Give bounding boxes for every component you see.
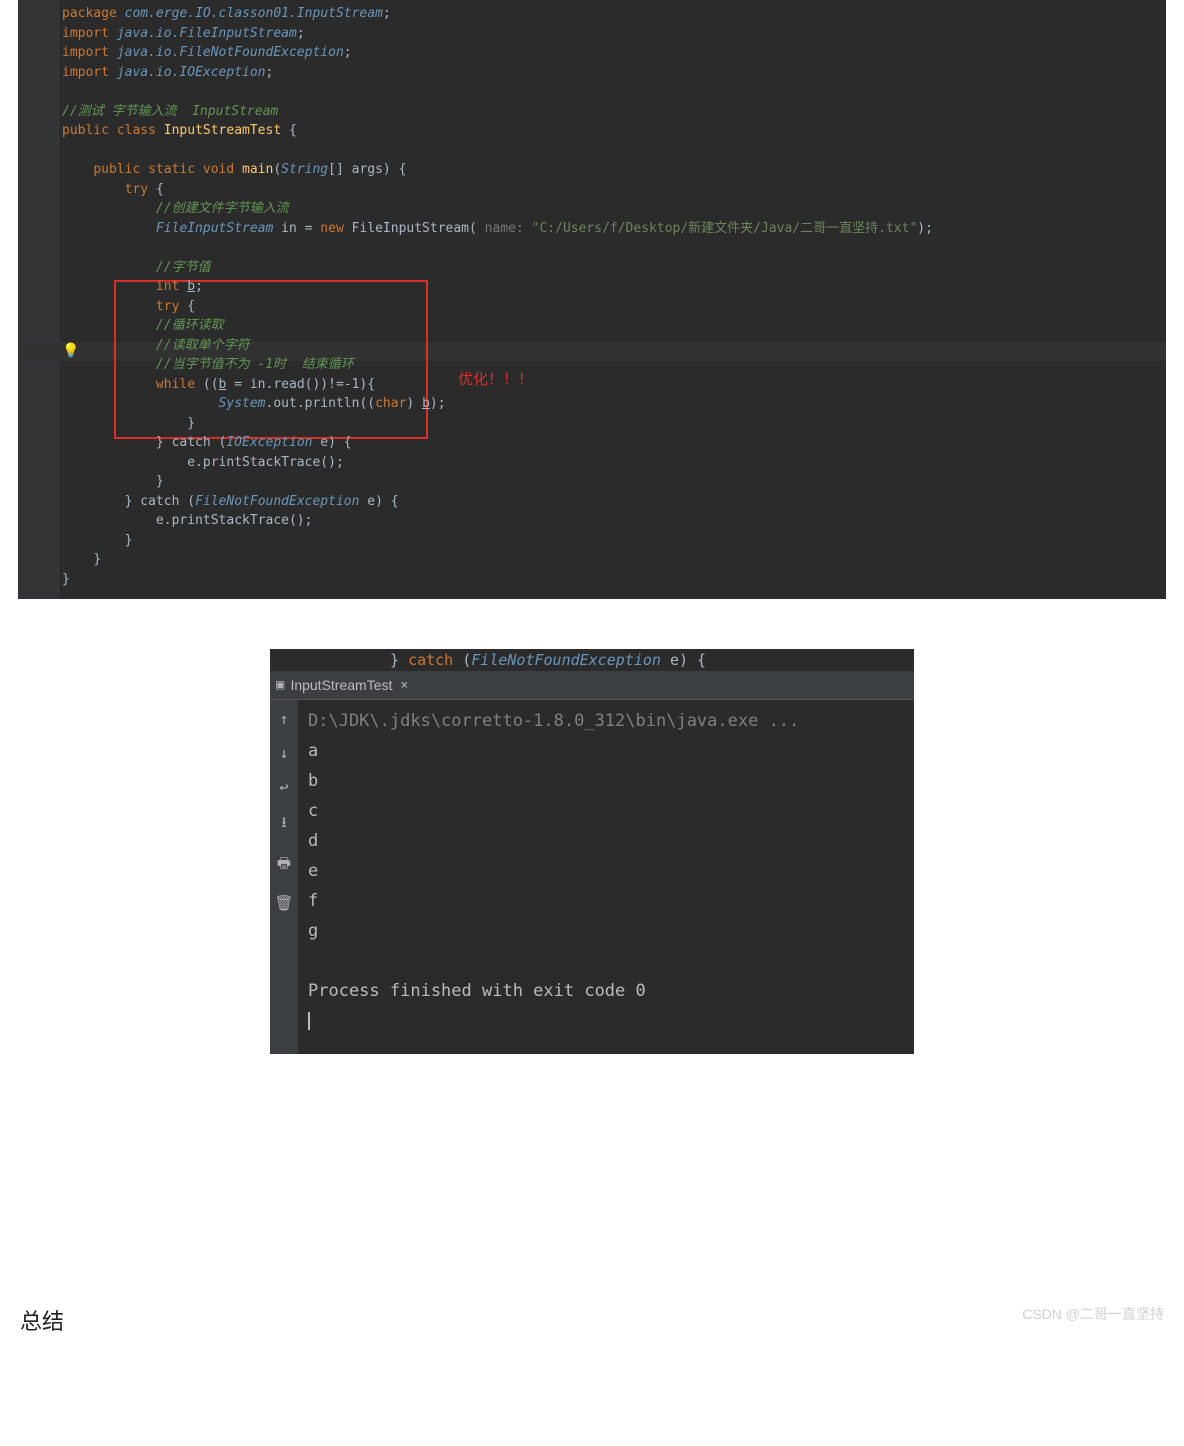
output-line: b <box>308 771 318 791</box>
output-line: d <box>308 831 318 851</box>
output-line: a <box>308 741 318 761</box>
wrap-icon[interactable]: ↩ <box>279 778 288 796</box>
section-heading: 总结 <box>20 1304 64 1336</box>
code-editor[interactable]: 💡 package com.erge.IO.classon01.InputStr… <box>18 0 1166 599</box>
exit-message: Process finished with exit code 0 <box>308 981 646 1001</box>
run-tab-title[interactable]: InputStreamTest <box>290 677 392 693</box>
console-output[interactable]: D:\JDK\.jdks\corretto-1.8.0_312\bin\java… <box>298 700 914 1054</box>
caret-icon <box>308 1012 310 1030</box>
watermark: CSDN @二哥一直坚持 <box>1022 1304 1164 1336</box>
console-tabbar: ▣ InputStreamTest × <box>270 671 914 700</box>
console-code-fragment: } catch (FileNotFoundException e) { <box>270 649 914 671</box>
print-icon[interactable]: 🖶 <box>277 853 291 878</box>
run-console: } catch (FileNotFoundException e) { ▣ In… <box>270 649 914 1054</box>
output-line: f <box>308 891 318 911</box>
run-tab-icon: ▣ <box>276 677 284 693</box>
trash-icon[interactable]: 🗑 <box>274 894 293 912</box>
output-line: c <box>308 801 318 821</box>
close-icon[interactable]: × <box>400 678 408 693</box>
up-arrow-icon[interactable]: ↑ <box>279 710 288 728</box>
console-command: D:\JDK\.jdks\corretto-1.8.0_312\bin\java… <box>308 711 799 731</box>
down-arrow-icon[interactable]: ↓ <box>279 744 288 762</box>
gutter <box>18 0 59 599</box>
code-content: package com.erge.IO.classon01.InputStrea… <box>62 4 1166 589</box>
download-icon[interactable]: ⭳ <box>281 812 286 837</box>
output-line: g <box>308 921 318 941</box>
console-toolbar: ↑ ↓ ↩ ⭳ 🖶 🗑 <box>270 700 298 1054</box>
output-line: e <box>308 861 318 881</box>
